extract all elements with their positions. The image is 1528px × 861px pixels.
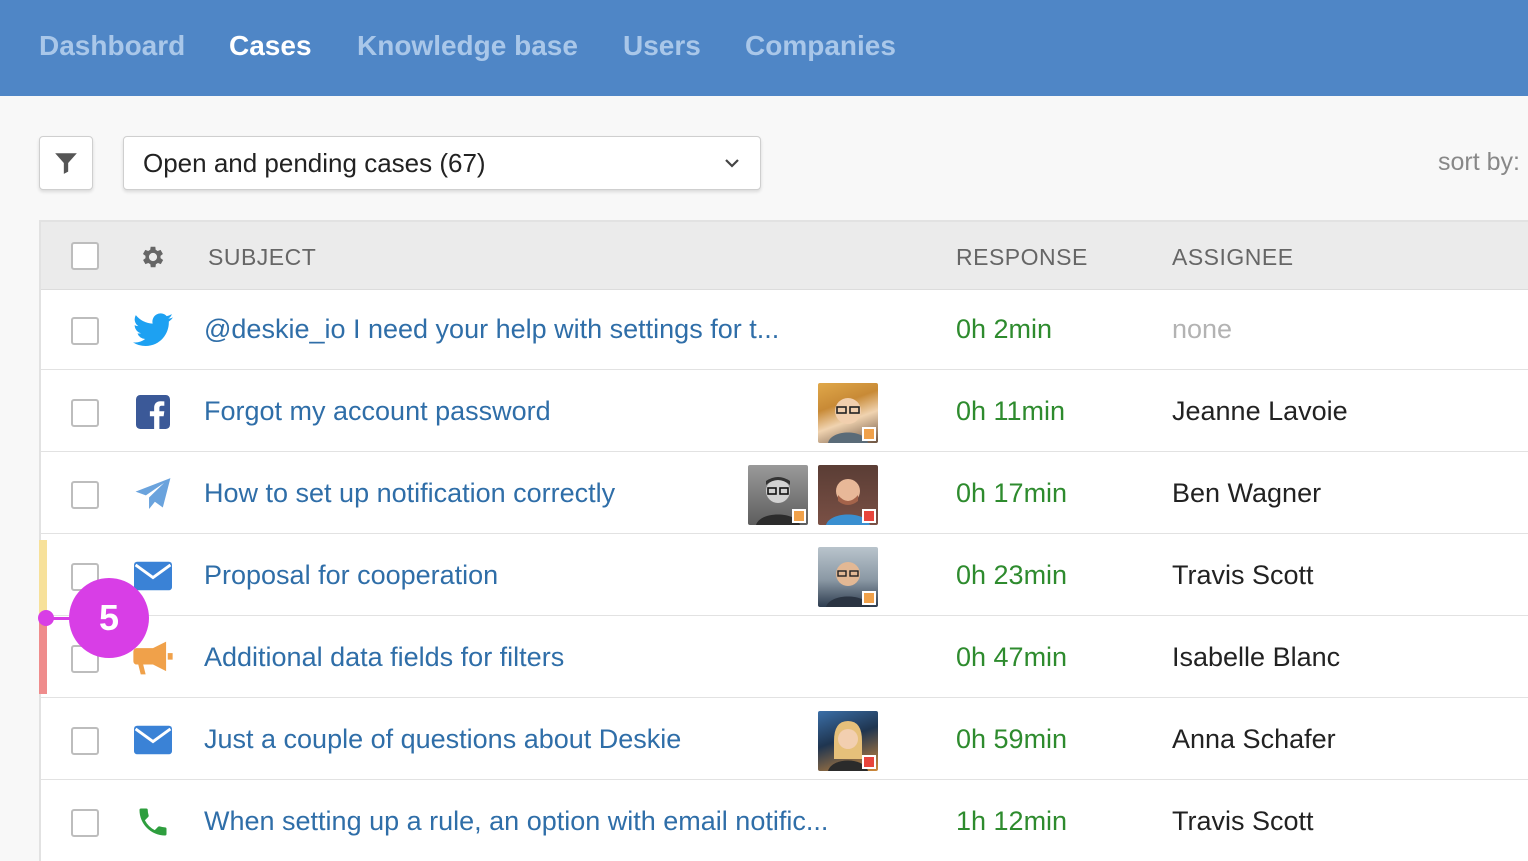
avatar[interactable] [818,547,878,607]
priority-indicator [39,540,47,616]
status-badge [862,755,876,769]
facebook-icon [131,390,175,434]
callout-anchor-dot [38,610,54,626]
row-checkbox[interactable] [71,399,99,427]
case-subject-link[interactable]: Forgot my account password [204,396,551,427]
case-view-select[interactable]: Open and pending cases (67) [123,136,761,190]
avatar[interactable] [748,465,808,525]
select-all-checkbox[interactable] [71,242,99,270]
nav-knowledge-base[interactable]: Knowledge base [357,30,578,62]
avatar[interactable] [818,711,878,771]
row-checkbox[interactable] [71,481,99,509]
nav-companies[interactable]: Companies [745,30,896,62]
sort-by-label[interactable]: sort by: [1438,148,1520,177]
chevron-down-icon [725,159,739,168]
assignee-name[interactable]: Travis Scott [1172,560,1314,591]
status-badge [792,509,806,523]
response-time: 0h 11min [956,396,1066,426]
case-subject-link[interactable]: How to set up notification correctly [204,478,615,509]
case-view-select-value: Open and pending cases (67) [143,148,486,178]
response-time: 0h 23min [956,560,1068,590]
assignee-name[interactable]: Travis Scott [1172,806,1314,837]
nav-dashboard[interactable]: Dashboard [39,30,185,62]
cases-table: SUBJECT RESPONSE ASSIGNEE @deskie_io I n… [39,220,1528,861]
gear-icon[interactable] [139,243,167,271]
case-subject-link[interactable]: @deskie_io I need your help with setting… [204,314,779,345]
assignee-name[interactable]: Jeanne Lavoie [1172,396,1348,427]
case-subject-link[interactable]: Just a couple of questions about Deskie [204,724,681,755]
response-time: 1h 12min [956,806,1068,836]
table-row[interactable]: When setting up a rule, an option with e… [41,780,1528,861]
assignee-name[interactable]: none [1172,314,1232,345]
table-row[interactable]: Just a couple of questions about Deskie … [41,698,1528,780]
response-time: 0h 2min [956,314,1053,344]
case-subject-link[interactable]: Proposal for cooperation [204,560,498,591]
status-badge [862,509,876,523]
status-badge [862,591,876,605]
nav-cases[interactable]: Cases [229,30,312,62]
priority-indicator [39,616,47,694]
telegram-icon [131,472,175,516]
filter-button[interactable] [39,136,93,190]
table-row[interactable]: Forgot my account password 0h 11min Jean… [41,370,1528,452]
avatar[interactable] [818,465,878,525]
table-header: SUBJECT RESPONSE ASSIGNEE [41,222,1528,290]
twitter-icon [131,308,175,352]
status-badge [862,427,876,441]
row-checkbox[interactable] [71,317,99,345]
row-checkbox[interactable] [71,809,99,837]
top-navigation: Dashboard Cases Knowledge base Users Com… [0,0,1528,96]
response-time: 0h 17min [956,478,1068,508]
case-subject-link[interactable]: Additional data fields for filters [204,642,564,673]
nav-users[interactable]: Users [623,30,701,62]
assignee-name[interactable]: Anna Schafer [1172,724,1336,755]
response-time: 0h 59min [956,724,1068,754]
column-header-subject[interactable]: SUBJECT [208,244,316,271]
table-row[interactable]: Additional data fields for filters 0h 47… [39,616,1528,698]
phone-icon [131,800,175,844]
case-subject-link[interactable]: When setting up a rule, an option with e… [204,806,828,837]
avatar[interactable] [818,383,878,443]
filter-icon [55,153,77,174]
column-header-assignee[interactable]: ASSIGNEE [1172,244,1294,271]
assignee-name[interactable]: Isabelle Blanc [1172,642,1340,673]
column-header-response[interactable]: RESPONSE [956,244,1088,271]
table-row[interactable]: @deskie_io I need your help with setting… [41,290,1528,370]
table-row[interactable]: How to set up notification correctly 0h … [41,452,1528,534]
table-row[interactable]: Proposal for cooperation 0h 23min Travis… [39,534,1528,616]
assignee-name[interactable]: Ben Wagner [1172,478,1321,509]
row-checkbox[interactable] [71,727,99,755]
email-icon [131,718,175,762]
response-time: 0h 47min [956,642,1068,672]
callout-badge: 5 [69,578,149,658]
